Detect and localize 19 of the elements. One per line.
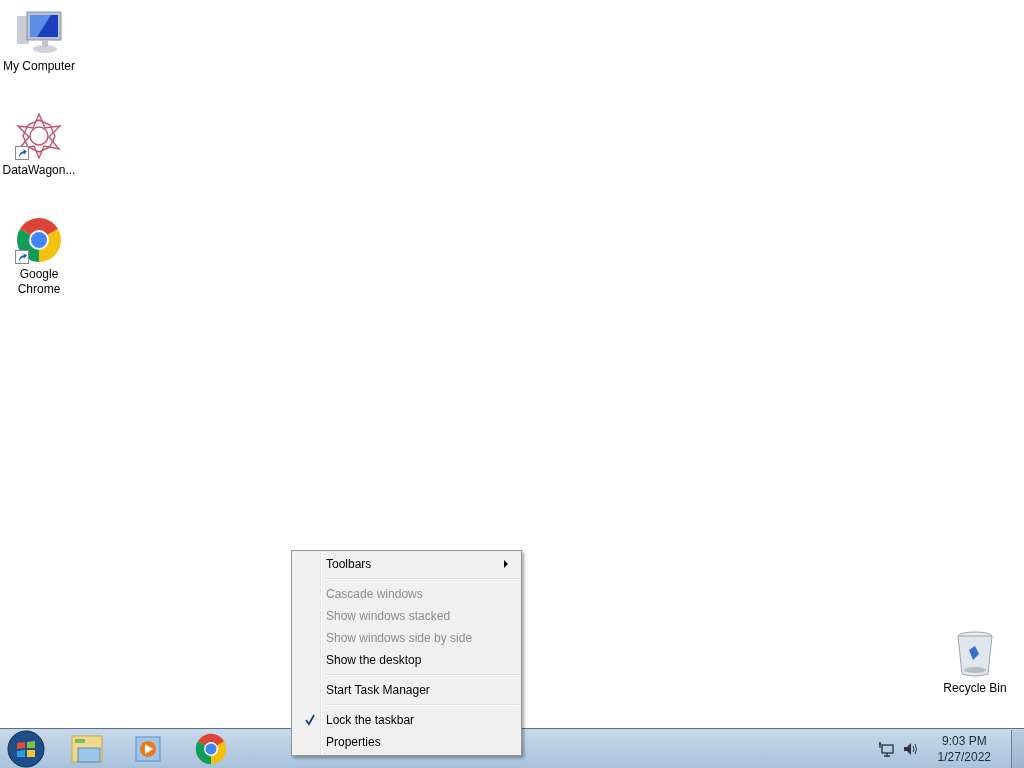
- desktop-icon-label[interactable]: DataWagon...: [0, 163, 79, 178]
- desktop-icon-label[interactable]: Recycle Bin: [935, 681, 1015, 696]
- chrome-logo-icon: [16, 217, 62, 263]
- menu-item[interactable]: Start Task Manager: [294, 679, 519, 701]
- chrome-logo-icon[interactable]: [195, 732, 227, 765]
- recycle-bin-icon: [955, 630, 995, 678]
- menu-item[interactable]: Toolbars: [294, 553, 519, 575]
- media-player-icon[interactable]: [134, 733, 164, 764]
- star-emblem-icon: [15, 112, 63, 160]
- start-orb-icon[interactable]: [7, 729, 45, 768]
- desktop-icon-label[interactable]: My Computer: [0, 59, 79, 74]
- computer-icon: [15, 10, 63, 54]
- menu-item[interactable]: Lock the taskbar: [294, 709, 519, 731]
- desktop-icon-label[interactable]: Google Chrome: [0, 267, 79, 297]
- clock[interactable]: 9:03 PM 1/27/2022: [937, 732, 991, 765]
- network-icon[interactable]: [877, 740, 894, 757]
- menu-item[interactable]: Properties: [294, 731, 519, 753]
- show-desktop-button[interactable]: [1011, 729, 1024, 768]
- menu-item[interactable]: Show the desktop: [294, 649, 519, 671]
